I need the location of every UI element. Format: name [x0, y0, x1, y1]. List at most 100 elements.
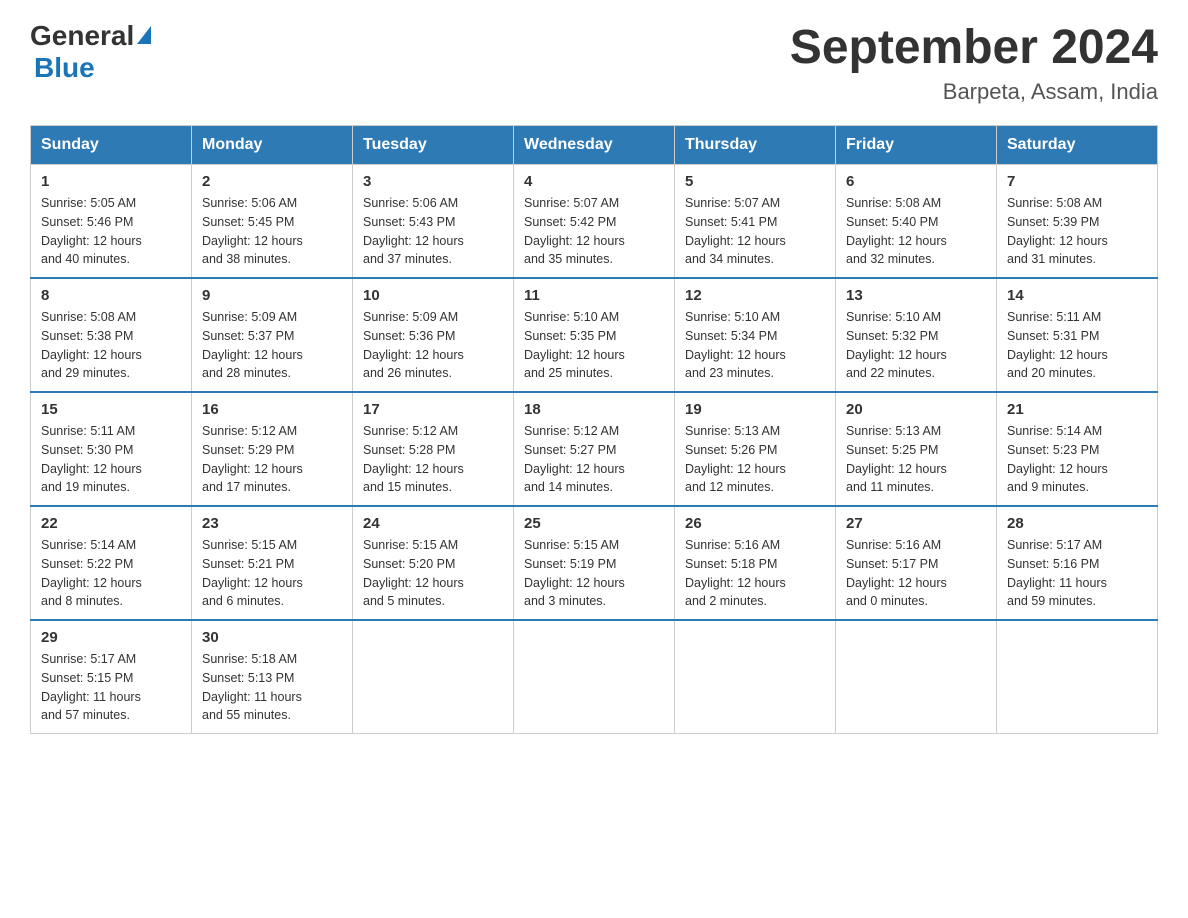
calendar-cell: 29 Sunrise: 5:17 AMSunset: 5:15 PMDaylig… [31, 620, 192, 734]
calendar-cell: 28 Sunrise: 5:17 AMSunset: 5:16 PMDaylig… [997, 506, 1158, 620]
calendar-week-row: 1 Sunrise: 5:05 AMSunset: 5:46 PMDayligh… [31, 165, 1158, 279]
day-number: 19 [685, 401, 825, 418]
day-info: Sunrise: 5:07 AMSunset: 5:42 PMDaylight:… [524, 194, 664, 269]
day-number: 22 [41, 515, 181, 532]
calendar-cell: 10 Sunrise: 5:09 AMSunset: 5:36 PMDaylig… [353, 278, 514, 392]
calendar-cell: 3 Sunrise: 5:06 AMSunset: 5:43 PMDayligh… [353, 165, 514, 279]
day-number: 18 [524, 401, 664, 418]
title-area: September 2024 Barpeta, Assam, India [790, 20, 1158, 105]
day-number: 28 [1007, 515, 1147, 532]
day-info: Sunrise: 5:17 AMSunset: 5:15 PMDaylight:… [41, 650, 181, 725]
calendar-cell: 22 Sunrise: 5:14 AMSunset: 5:22 PMDaylig… [31, 506, 192, 620]
calendar-cell: 17 Sunrise: 5:12 AMSunset: 5:28 PMDaylig… [353, 392, 514, 506]
calendar-cell: 26 Sunrise: 5:16 AMSunset: 5:18 PMDaylig… [675, 506, 836, 620]
day-number: 2 [202, 173, 342, 190]
day-number: 9 [202, 287, 342, 304]
day-number: 5 [685, 173, 825, 190]
calendar-week-row: 15 Sunrise: 5:11 AMSunset: 5:30 PMDaylig… [31, 392, 1158, 506]
weekday-header-tuesday: Tuesday [353, 126, 514, 165]
calendar-cell [353, 620, 514, 734]
calendar-cell: 6 Sunrise: 5:08 AMSunset: 5:40 PMDayligh… [836, 165, 997, 279]
calendar-cell: 14 Sunrise: 5:11 AMSunset: 5:31 PMDaylig… [997, 278, 1158, 392]
day-number: 13 [846, 287, 986, 304]
day-info: Sunrise: 5:07 AMSunset: 5:41 PMDaylight:… [685, 194, 825, 269]
day-number: 6 [846, 173, 986, 190]
day-info: Sunrise: 5:08 AMSunset: 5:39 PMDaylight:… [1007, 194, 1147, 269]
calendar-cell: 21 Sunrise: 5:14 AMSunset: 5:23 PMDaylig… [997, 392, 1158, 506]
day-number: 14 [1007, 287, 1147, 304]
calendar-cell: 16 Sunrise: 5:12 AMSunset: 5:29 PMDaylig… [192, 392, 353, 506]
day-number: 12 [685, 287, 825, 304]
day-info: Sunrise: 5:14 AMSunset: 5:23 PMDaylight:… [1007, 422, 1147, 497]
calendar-cell: 20 Sunrise: 5:13 AMSunset: 5:25 PMDaylig… [836, 392, 997, 506]
calendar-cell: 12 Sunrise: 5:10 AMSunset: 5:34 PMDaylig… [675, 278, 836, 392]
day-number: 7 [1007, 173, 1147, 190]
day-info: Sunrise: 5:12 AMSunset: 5:29 PMDaylight:… [202, 422, 342, 497]
day-number: 17 [363, 401, 503, 418]
calendar-cell: 7 Sunrise: 5:08 AMSunset: 5:39 PMDayligh… [997, 165, 1158, 279]
day-number: 1 [41, 173, 181, 190]
calendar-cell: 19 Sunrise: 5:13 AMSunset: 5:26 PMDaylig… [675, 392, 836, 506]
day-info: Sunrise: 5:06 AMSunset: 5:43 PMDaylight:… [363, 194, 503, 269]
day-info: Sunrise: 5:18 AMSunset: 5:13 PMDaylight:… [202, 650, 342, 725]
calendar-cell: 30 Sunrise: 5:18 AMSunset: 5:13 PMDaylig… [192, 620, 353, 734]
day-info: Sunrise: 5:15 AMSunset: 5:19 PMDaylight:… [524, 536, 664, 611]
day-info: Sunrise: 5:11 AMSunset: 5:30 PMDaylight:… [41, 422, 181, 497]
calendar-cell: 4 Sunrise: 5:07 AMSunset: 5:42 PMDayligh… [514, 165, 675, 279]
page-header: General Blue September 2024 Barpeta, Ass… [30, 20, 1158, 105]
day-number: 27 [846, 515, 986, 532]
weekday-header-row: SundayMondayTuesdayWednesdayThursdayFrid… [31, 126, 1158, 165]
calendar-cell: 9 Sunrise: 5:09 AMSunset: 5:37 PMDayligh… [192, 278, 353, 392]
logo: General Blue [30, 20, 151, 84]
day-number: 21 [1007, 401, 1147, 418]
calendar-week-row: 22 Sunrise: 5:14 AMSunset: 5:22 PMDaylig… [31, 506, 1158, 620]
day-info: Sunrise: 5:10 AMSunset: 5:35 PMDaylight:… [524, 308, 664, 383]
day-info: Sunrise: 5:08 AMSunset: 5:38 PMDaylight:… [41, 308, 181, 383]
day-info: Sunrise: 5:08 AMSunset: 5:40 PMDaylight:… [846, 194, 986, 269]
day-number: 8 [41, 287, 181, 304]
calendar-cell: 23 Sunrise: 5:15 AMSunset: 5:21 PMDaylig… [192, 506, 353, 620]
day-info: Sunrise: 5:15 AMSunset: 5:21 PMDaylight:… [202, 536, 342, 611]
calendar-cell [675, 620, 836, 734]
weekday-header-sunday: Sunday [31, 126, 192, 165]
day-info: Sunrise: 5:14 AMSunset: 5:22 PMDaylight:… [41, 536, 181, 611]
day-number: 23 [202, 515, 342, 532]
calendar-cell: 11 Sunrise: 5:10 AMSunset: 5:35 PMDaylig… [514, 278, 675, 392]
calendar-cell: 8 Sunrise: 5:08 AMSunset: 5:38 PMDayligh… [31, 278, 192, 392]
day-info: Sunrise: 5:09 AMSunset: 5:36 PMDaylight:… [363, 308, 503, 383]
day-info: Sunrise: 5:17 AMSunset: 5:16 PMDaylight:… [1007, 536, 1147, 611]
day-info: Sunrise: 5:15 AMSunset: 5:20 PMDaylight:… [363, 536, 503, 611]
calendar-cell [836, 620, 997, 734]
day-info: Sunrise: 5:12 AMSunset: 5:27 PMDaylight:… [524, 422, 664, 497]
day-info: Sunrise: 5:16 AMSunset: 5:17 PMDaylight:… [846, 536, 986, 611]
day-number: 20 [846, 401, 986, 418]
calendar-week-row: 29 Sunrise: 5:17 AMSunset: 5:15 PMDaylig… [31, 620, 1158, 734]
weekday-header-monday: Monday [192, 126, 353, 165]
calendar-cell: 1 Sunrise: 5:05 AMSunset: 5:46 PMDayligh… [31, 165, 192, 279]
day-number: 26 [685, 515, 825, 532]
calendar-week-row: 8 Sunrise: 5:08 AMSunset: 5:38 PMDayligh… [31, 278, 1158, 392]
day-info: Sunrise: 5:10 AMSunset: 5:32 PMDaylight:… [846, 308, 986, 383]
month-title: September 2024 [790, 20, 1158, 75]
day-info: Sunrise: 5:09 AMSunset: 5:37 PMDaylight:… [202, 308, 342, 383]
calendar-table: SundayMondayTuesdayWednesdayThursdayFrid… [30, 125, 1158, 734]
calendar-cell: 5 Sunrise: 5:07 AMSunset: 5:41 PMDayligh… [675, 165, 836, 279]
day-info: Sunrise: 5:12 AMSunset: 5:28 PMDaylight:… [363, 422, 503, 497]
day-info: Sunrise: 5:13 AMSunset: 5:25 PMDaylight:… [846, 422, 986, 497]
day-info: Sunrise: 5:16 AMSunset: 5:18 PMDaylight:… [685, 536, 825, 611]
weekday-header-saturday: Saturday [997, 126, 1158, 165]
calendar-cell: 2 Sunrise: 5:06 AMSunset: 5:45 PMDayligh… [192, 165, 353, 279]
day-number: 16 [202, 401, 342, 418]
calendar-cell [514, 620, 675, 734]
day-number: 4 [524, 173, 664, 190]
calendar-cell: 27 Sunrise: 5:16 AMSunset: 5:17 PMDaylig… [836, 506, 997, 620]
day-info: Sunrise: 5:11 AMSunset: 5:31 PMDaylight:… [1007, 308, 1147, 383]
day-info: Sunrise: 5:13 AMSunset: 5:26 PMDaylight:… [685, 422, 825, 497]
day-number: 29 [41, 629, 181, 646]
location-title: Barpeta, Assam, India [790, 79, 1158, 105]
weekday-header-wednesday: Wednesday [514, 126, 675, 165]
weekday-header-thursday: Thursday [675, 126, 836, 165]
day-number: 30 [202, 629, 342, 646]
day-number: 25 [524, 515, 664, 532]
logo-blue-text: Blue [34, 52, 95, 83]
